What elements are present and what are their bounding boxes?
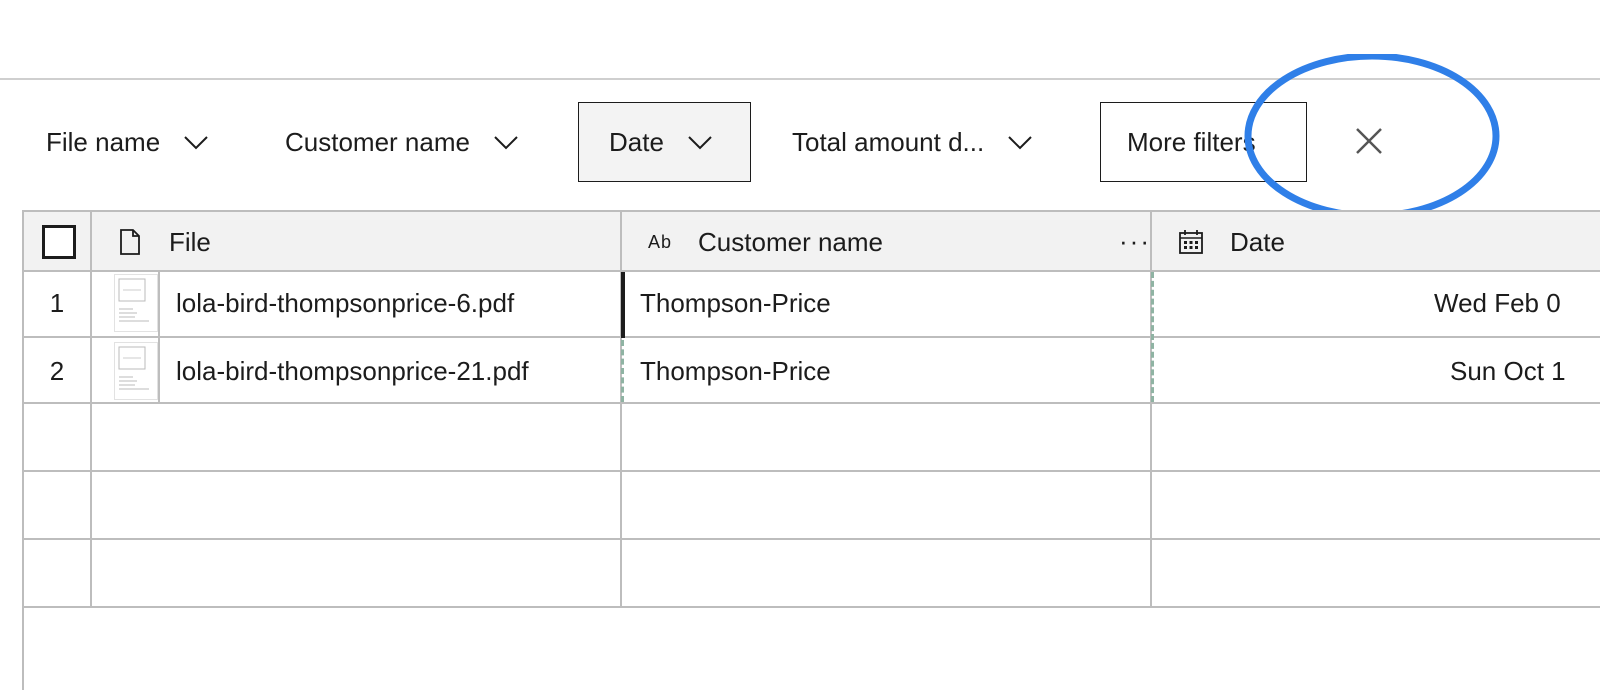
filter-file-name[interactable]: File name (46, 102, 210, 182)
row-divider (24, 606, 1600, 608)
filter-file-name-label: File name (46, 126, 161, 157)
filter-total-amount-label: Total amount d... (792, 126, 985, 157)
select-all-checkbox[interactable] (42, 225, 76, 259)
file-icon (120, 229, 140, 255)
pdf-thumbnail[interactable] (114, 342, 158, 400)
calendar-icon (1179, 230, 1203, 254)
column-menu-button[interactable]: ··· (1119, 226, 1151, 257)
date-cell[interactable]: Wed Feb 0 (1434, 270, 1600, 336)
text-type-icon: Ab (648, 231, 673, 252)
filter-bar: File name Customer name Date Total amoun… (0, 102, 1600, 182)
filter-customer-name-label: Customer name (285, 126, 470, 157)
column-header-customer-name-label: Customer name (698, 226, 883, 257)
close-icon[interactable] (1352, 124, 1386, 158)
more-filters-label: More filters (1127, 126, 1256, 157)
dashed-divider (621, 340, 624, 402)
column-header-file[interactable]: File (119, 212, 211, 272)
customer-name-cell[interactable]: Thompson-Price (640, 270, 1140, 336)
chevron-down-icon (184, 136, 208, 150)
customer-name-cell[interactable]: Thompson-Price (640, 338, 1140, 404)
empty-row[interactable] (92, 540, 1592, 606)
column-header-customer-name[interactable]: Ab Customer name (648, 212, 883, 272)
chevron-down-icon (494, 136, 518, 150)
document-preview-icon (118, 278, 149, 322)
column-header-date-label: Date (1230, 226, 1285, 257)
filter-customer-name[interactable]: Customer name (285, 102, 520, 182)
date-cell[interactable]: Sun Oct 1 (1450, 338, 1600, 404)
chevron-down-icon (1008, 136, 1032, 150)
dashed-divider (1151, 272, 1154, 402)
pdf-thumbnail[interactable] (114, 274, 158, 332)
more-filters-button[interactable]: More filters (1100, 102, 1307, 182)
chevron-down-icon (688, 136, 712, 150)
file-name-cell[interactable]: lola-bird-thompsonprice-21.pdf (176, 338, 616, 404)
document-preview-icon (118, 346, 149, 390)
data-table: File Ab Customer name ··· Date 1 lola-bi… (22, 210, 1600, 690)
filter-date[interactable]: Date (578, 102, 751, 182)
top-divider (0, 78, 1600, 80)
empty-row[interactable] (92, 472, 1592, 538)
filter-total-amount[interactable]: Total amount d... (792, 102, 1034, 182)
empty-row[interactable] (92, 404, 1592, 470)
column-header-date[interactable]: Date (1178, 212, 1285, 272)
row-number: 1 (49, 287, 65, 318)
row-number: 2 (49, 355, 65, 386)
file-name-cell[interactable]: lola-bird-thompsonprice-6.pdf (176, 270, 616, 336)
filter-date-label: Date (609, 126, 664, 157)
column-header-file-label: File (169, 226, 211, 257)
selected-cell-indicator (621, 272, 625, 338)
